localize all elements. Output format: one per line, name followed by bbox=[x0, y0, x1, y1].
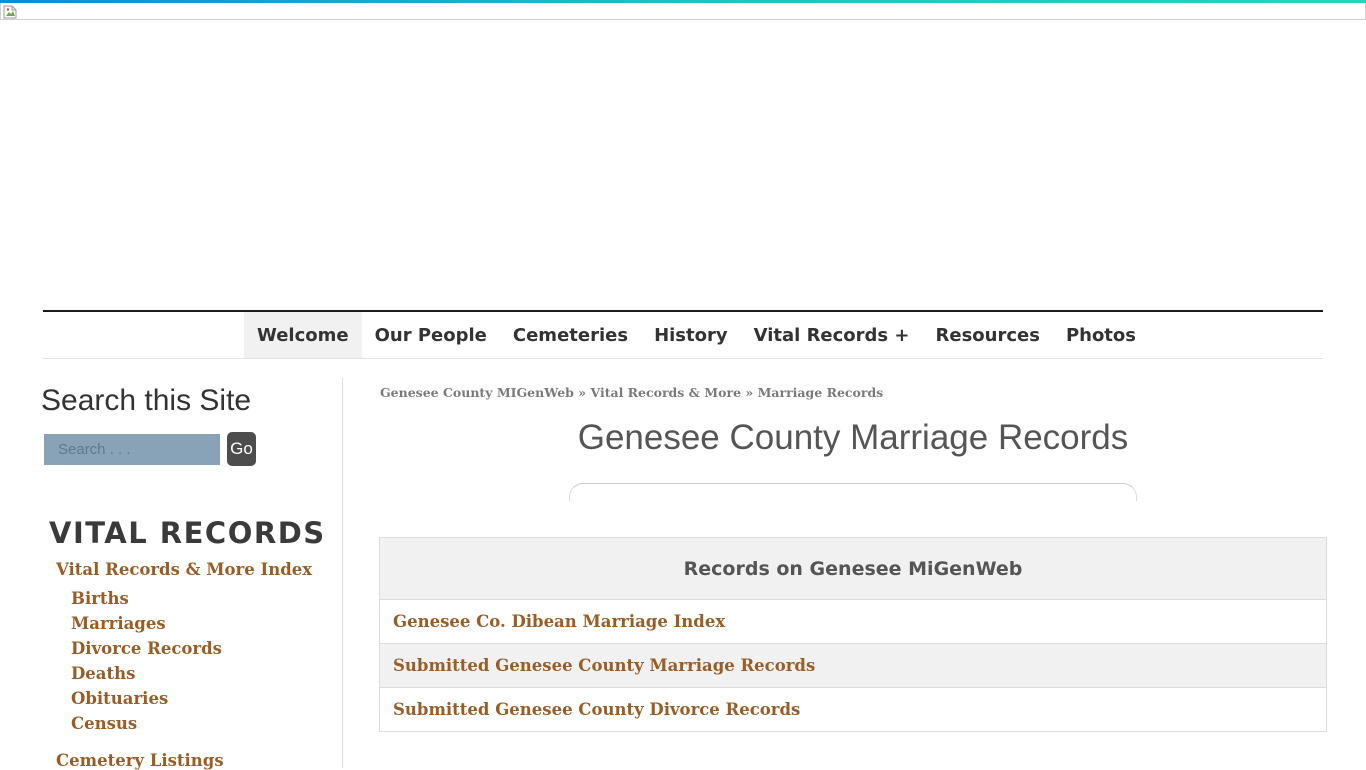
sidebar-link-births[interactable]: Births bbox=[71, 589, 129, 608]
nav-bottom-rule bbox=[43, 358, 1323, 359]
breadcrumb-item-vital-records[interactable]: Vital Records & More bbox=[590, 385, 741, 400]
title-divider bbox=[569, 483, 1137, 501]
page-title: Genesee County Marriage Records bbox=[577, 418, 1129, 457]
table-row[interactable]: Submitted Genesee County Marriage Record… bbox=[380, 644, 1326, 688]
go-button[interactable]: Go bbox=[227, 432, 256, 466]
search-input[interactable] bbox=[44, 434, 220, 465]
nav-item-resources[interactable]: Resources bbox=[923, 312, 1053, 358]
sidebar-divider bbox=[342, 378, 343, 768]
nav-item-photos[interactable]: Photos bbox=[1053, 312, 1149, 358]
breadcrumb-separator: » bbox=[578, 385, 591, 400]
breadcrumb-item-current: Marriage Records bbox=[757, 385, 884, 400]
main-nav: Welcome Our People Cemeteries History Vi… bbox=[244, 312, 1149, 358]
sidebar-link-deaths[interactable]: Deaths bbox=[71, 664, 135, 683]
header-banner-image bbox=[0, 3, 1366, 20]
sidebar-link-census[interactable]: Census bbox=[71, 714, 137, 733]
broken-image-icon bbox=[3, 5, 17, 19]
breadcrumb-separator: » bbox=[745, 385, 758, 400]
records-table-header: Records on Genesee MiGenWeb bbox=[380, 538, 1326, 600]
table-row[interactable]: Submitted Genesee County Divorce Records bbox=[380, 688, 1326, 731]
nav-item-cemeteries[interactable]: Cemeteries bbox=[500, 312, 641, 358]
nav-item-welcome[interactable]: Welcome bbox=[244, 312, 362, 358]
vital-records-heading: VITAL RECORDS bbox=[49, 516, 326, 550]
breadcrumb-item-home[interactable]: Genesee County MIGenWeb bbox=[380, 385, 574, 400]
sidebar-link-divorce-records[interactable]: Divorce Records bbox=[71, 639, 222, 658]
nav-item-our-people[interactable]: Our People bbox=[362, 312, 500, 358]
breadcrumb: Genesee County MIGenWeb » Vital Records … bbox=[380, 385, 883, 400]
nav-item-vital-records[interactable]: Vital Records + bbox=[741, 312, 923, 358]
sidebar-link-cemetery-listings[interactable]: Cemetery Listings bbox=[56, 751, 224, 770]
sidebar-link-obituaries[interactable]: Obituaries bbox=[71, 689, 168, 708]
table-row[interactable]: Genesee Co. Dibean Marriage Index bbox=[380, 600, 1326, 644]
nav-item-history[interactable]: History bbox=[641, 312, 741, 358]
records-table: Records on Genesee MiGenWeb Genesee Co. … bbox=[379, 537, 1327, 732]
search-title: Search this Site bbox=[41, 384, 252, 417]
sidebar-link-marriages[interactable]: Marriages bbox=[71, 614, 166, 633]
sidebar-link-vital-records-index[interactable]: Vital Records & More Index bbox=[56, 560, 312, 579]
